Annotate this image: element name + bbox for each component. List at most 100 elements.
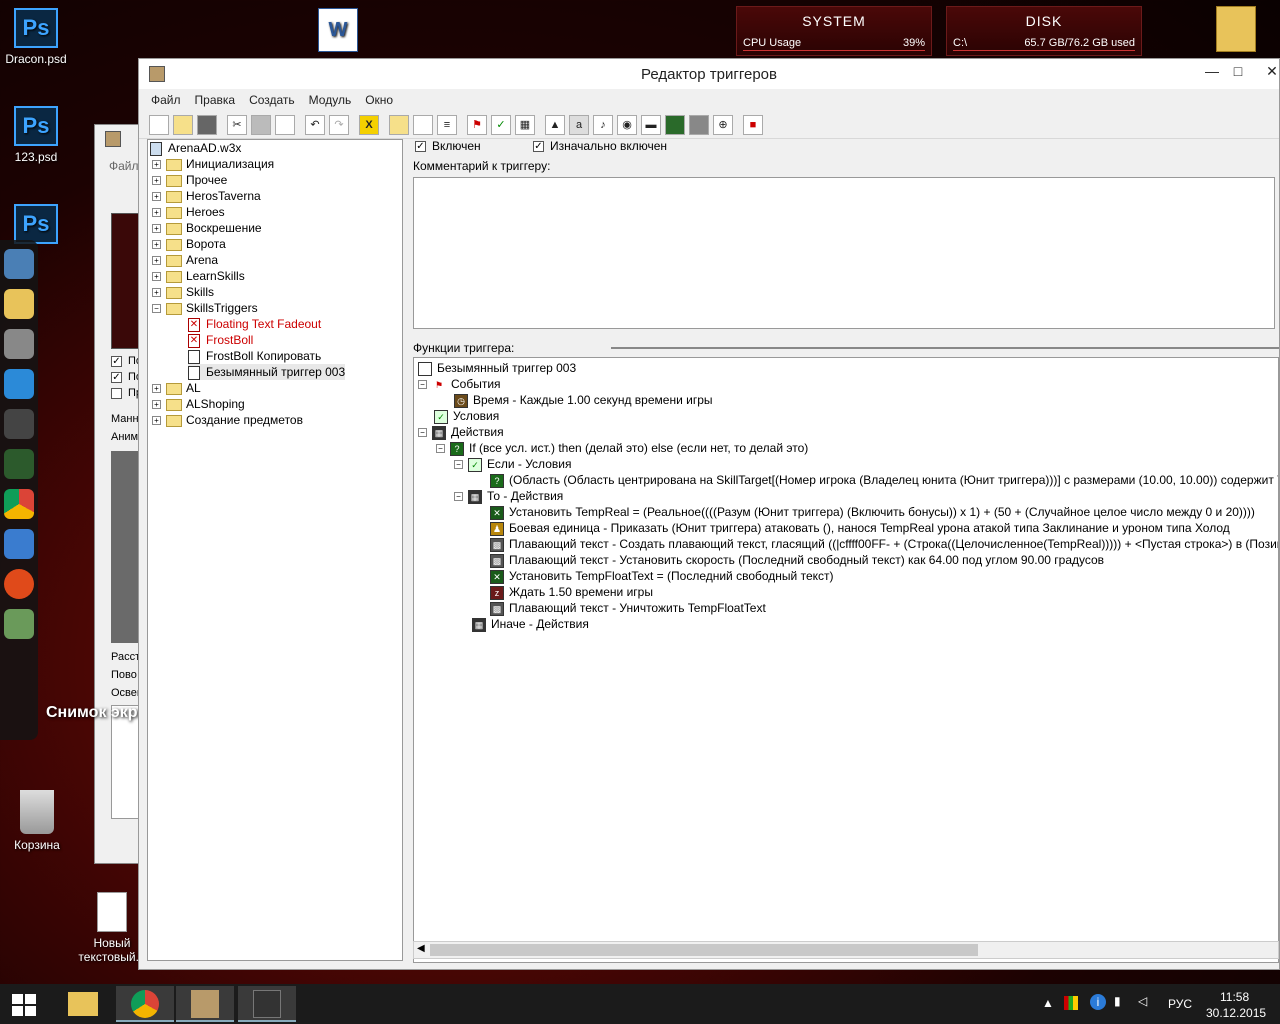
func-action-item[interactable]: ▩ Плавающий текст - Уничтожить TempFloatT…: [490, 600, 766, 616]
tree-trigger[interactable]: FrostBoll Копировать: [188, 348, 321, 364]
taskbar-world-editor[interactable]: [176, 986, 234, 1022]
recorder-icon[interactable]: [4, 329, 34, 359]
expand-icon[interactable]: +: [152, 256, 161, 266]
redo-icon[interactable]: ↷: [329, 114, 349, 135]
desktop-icon-dracon[interactable]: Ps Dracon.psd: [0, 8, 76, 66]
new-condition-icon[interactable]: ✓: [491, 114, 511, 135]
audio-icon[interactable]: [4, 369, 34, 399]
tray-volume-icon[interactable]: ◁: [1138, 994, 1147, 1008]
desktop-icon-folder[interactable]: [1196, 6, 1276, 52]
ai-editor-icon[interactable]: [665, 114, 685, 135]
minimize-button[interactable]: —: [1199, 61, 1225, 83]
collapse-icon[interactable]: −: [152, 304, 161, 314]
tray-office-icon[interactable]: [1064, 996, 1078, 1010]
clock-time[interactable]: 11:58: [1220, 990, 1249, 1004]
func-action-item[interactable]: ✕ Установить TempFloatText = (Последний с…: [490, 568, 834, 584]
tree-folder[interactable]: + AL: [152, 380, 201, 396]
initially-enabled-checkbox[interactable]: ✓: [533, 141, 544, 153]
expand-icon[interactable]: +: [152, 288, 161, 298]
cut-icon[interactable]: ✂: [227, 114, 247, 135]
screenshot-icon[interactable]: [4, 609, 34, 639]
tree-folder[interactable]: + Skills: [152, 284, 214, 300]
tree-folder[interactable]: + Создание предметов: [152, 412, 303, 428]
undo-icon[interactable]: ↶: [305, 114, 325, 135]
maximize-button[interactable]: □: [1225, 61, 1251, 83]
func-if[interactable]: −? If (все усл. ист.) then (делай это) el…: [436, 440, 808, 456]
trigger-editor-icon[interactable]: a: [569, 114, 589, 135]
tree-folder[interactable]: + Инициализация: [152, 156, 274, 172]
func-action-item[interactable]: ▩ Плавающий текст - Установить скорость (…: [490, 552, 1104, 568]
func-else[interactable]: ▦ Иначе - Действия: [472, 616, 589, 632]
save-icon[interactable]: [197, 114, 217, 135]
splitter[interactable]: [611, 347, 1279, 349]
open-icon[interactable]: [173, 114, 193, 135]
import-manager-icon[interactable]: [689, 114, 709, 135]
expand-icon[interactable]: +: [152, 192, 161, 202]
tray-network-icon[interactable]: ▮: [1114, 994, 1121, 1008]
menu-edit[interactable]: Правка: [195, 93, 236, 107]
func-action-item[interactable]: z Ждать 1.50 времени игры: [490, 584, 653, 600]
object-editor-icon[interactable]: ◉: [617, 114, 637, 135]
flash-icon[interactable]: [4, 569, 34, 599]
func-conditions[interactable]: ✓ Условия: [434, 408, 499, 424]
checkbox-icon[interactable]: [111, 387, 122, 399]
new-event-icon[interactable]: ⚑: [467, 114, 487, 135]
func-action-item[interactable]: ✕ Установить TempReal = (Реальное((((Разу…: [490, 504, 1255, 520]
trigger-functions-tree[interactable]: Безымянный триггер 003 − ⚑ События ◷ Время …: [413, 357, 1279, 963]
tree-folder[interactable]: + LearnSkills: [152, 268, 245, 284]
collapse-icon[interactable]: −: [418, 428, 427, 438]
v-app-icon[interactable]: [4, 449, 34, 479]
tree-root[interactable]: ArenaAD.w3x: [150, 140, 241, 156]
trigger-tree[interactable]: ArenaAD.w3x + Инициализация + Прочее + Hero…: [147, 139, 403, 961]
tree-folder[interactable]: + Воскрешение: [152, 220, 262, 236]
expand-icon[interactable]: +: [152, 384, 161, 394]
music-icon[interactable]: [4, 529, 34, 559]
tree-folder[interactable]: + Heroes: [152, 204, 225, 220]
paste-icon[interactable]: [275, 114, 295, 135]
menu-file[interactable]: Файл: [151, 93, 181, 107]
expand-icon[interactable]: +: [152, 240, 161, 250]
folder-icon[interactable]: [4, 289, 34, 319]
tree-trigger-disabled[interactable]: ✕ Floating Text Fadeout: [188, 316, 321, 332]
taskbar-explorer[interactable]: [54, 986, 112, 1022]
func-events[interactable]: − ⚑ События: [418, 376, 501, 392]
func-action-item[interactable]: ♟ Боевая единица - Приказать (Юнит тригге…: [490, 520, 1230, 536]
scrollbar-thumb[interactable]: [430, 944, 978, 956]
collapse-icon[interactable]: −: [454, 460, 463, 470]
trigger-editor-window[interactable]: Редактор триггеров — □ ✕ Файл Правка Соз…: [138, 58, 1280, 970]
close-button[interactable]: ✕: [1259, 61, 1280, 83]
sound-editor-icon[interactable]: ♪: [593, 114, 613, 135]
language-indicator[interactable]: РУС: [1168, 997, 1192, 1011]
money-icon[interactable]: [4, 409, 34, 439]
start-button[interactable]: [12, 994, 36, 1016]
new-trigger-icon[interactable]: [413, 114, 433, 135]
taskbar-chrome[interactable]: [116, 986, 174, 1022]
terrain-editor-icon[interactable]: ▲: [545, 114, 565, 135]
desktop-icon-recycle-bin[interactable]: Корзина: [0, 790, 77, 852]
clock-date[interactable]: 30.12.2015: [1206, 1006, 1266, 1020]
tree-folder-open[interactable]: − SkillsTriggers: [152, 300, 258, 316]
tree-folder[interactable]: + HerosTaverna: [152, 188, 261, 204]
collapse-icon[interactable]: −: [454, 492, 463, 502]
checkbox-icon[interactable]: ✓: [111, 371, 122, 383]
expand-icon[interactable]: +: [152, 224, 161, 234]
func-if-conditions[interactable]: − ✓ Если - Условия: [454, 456, 571, 472]
tray-expand-icon[interactable]: ▲: [1042, 996, 1054, 1010]
desktop-icon-word[interactable]: W: [298, 8, 378, 52]
x-icon[interactable]: X: [359, 114, 379, 135]
checkbox-icon[interactable]: ✓: [111, 355, 122, 367]
func-then[interactable]: − ▦ То - Действия: [454, 488, 563, 504]
new-category-icon[interactable]: [389, 114, 409, 135]
collapse-icon[interactable]: −: [436, 444, 445, 454]
comment-textarea[interactable]: [413, 177, 1275, 329]
taskbar-warcraft[interactable]: [238, 986, 296, 1022]
menu-create[interactable]: Создать: [249, 93, 295, 107]
new-icon[interactable]: [149, 114, 169, 135]
computer-icon[interactable]: [4, 249, 34, 279]
expand-icon[interactable]: +: [152, 176, 161, 186]
tree-folder[interactable]: + Прочее: [152, 172, 227, 188]
menu-window[interactable]: Окно: [365, 93, 393, 107]
func-condition-item[interactable]: ? (Область (Область центрирована на Skill…: [490, 472, 1278, 488]
func-actions[interactable]: − ▦ Действия: [418, 424, 504, 440]
desktop-icon-123[interactable]: Ps 123.psd: [0, 106, 76, 164]
